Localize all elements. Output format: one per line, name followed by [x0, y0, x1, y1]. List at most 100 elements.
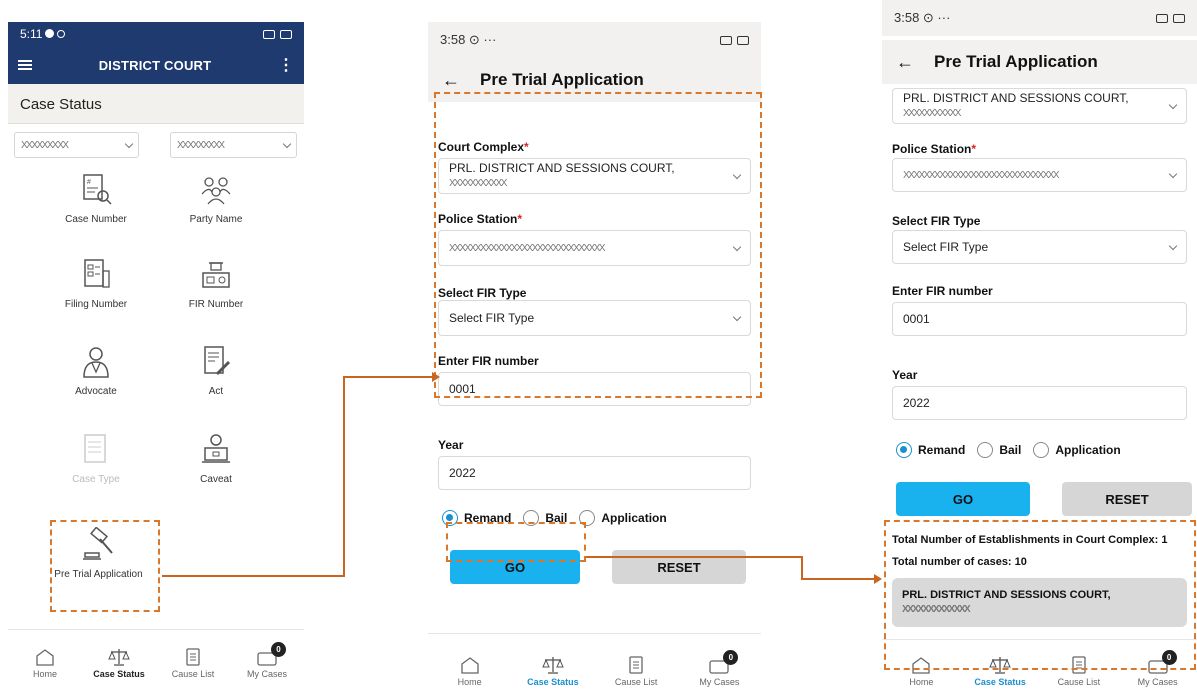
nav-home[interactable]: Home: [10, 648, 80, 679]
flow-arrow-head: [874, 574, 882, 584]
battery-icon: [280, 29, 292, 39]
advocate-icon: [79, 344, 113, 378]
flow-arrow-line: [801, 556, 803, 580]
fir-number-input[interactable]: 0001: [892, 302, 1187, 336]
police-station-select[interactable]: XXXXXXXXXXXXXXXXXXXXXXXXXXXXXX: [892, 158, 1187, 192]
party-name-icon: [199, 172, 233, 206]
status-bar: 3:58 ⊙ ···: [428, 22, 761, 58]
flow-arrow-line: [586, 556, 802, 558]
status-time: 5:11: [20, 27, 66, 41]
chevron-down-icon: [124, 139, 134, 148]
home-icon: [459, 656, 481, 674]
remand-radio[interactable]: [896, 442, 912, 458]
app-bar: ← Pre Trial Application: [882, 40, 1197, 84]
bottom-nav: Home Case Status Cause List 0 My Cases: [428, 633, 761, 691]
signal-icon: [1156, 13, 1168, 23]
year-input[interactable]: 2022: [438, 456, 751, 490]
tile-caveat[interactable]: Caveat: [161, 432, 271, 485]
tile-act[interactable]: Act: [161, 344, 271, 397]
briefcase-icon: 0: [256, 642, 286, 666]
tile-label: Party Name: [189, 214, 243, 225]
bottom-nav: Home Case Status Cause List 0 My Cases: [8, 629, 304, 683]
filing-number-icon: [79, 257, 113, 291]
tile-label: FIR Number: [188, 299, 244, 310]
year-input[interactable]: 2022: [892, 386, 1187, 420]
flow-arrow-line: [162, 575, 344, 577]
state-select[interactable]: XXXXXXXXX: [14, 132, 139, 158]
nav-case-status[interactable]: Case Status: [518, 656, 588, 687]
year-label: Year: [438, 438, 464, 452]
app-title: DISTRICT COURT: [98, 57, 212, 73]
caveat-icon: [199, 432, 233, 466]
tile-label: Act: [208, 386, 224, 397]
case-type-icon: [79, 432, 113, 466]
section-title: Case Status: [8, 84, 304, 124]
highlight-go-button: [446, 522, 586, 562]
nav-my-cases[interactable]: 0 My Cases: [232, 642, 302, 679]
tile-party-name[interactable]: Party Name: [161, 172, 271, 225]
page-title: Pre Trial Application: [934, 52, 1098, 71]
nav-my-cases[interactable]: 0 My Cases: [684, 650, 754, 687]
fir-number-label: Enter FIR number: [892, 284, 993, 298]
fir-type-label: Select FIR Type: [892, 214, 981, 228]
tile-label: Filing Number: [64, 299, 128, 310]
back-arrow-icon[interactable]: ←: [896, 52, 914, 73]
scales-icon: [108, 648, 130, 666]
case-number-icon: #: [79, 172, 113, 206]
tile-advocate[interactable]: Advocate: [41, 344, 151, 397]
application-radio[interactable]: [1033, 442, 1050, 458]
status-time: 3:58 ⊙ ···: [440, 32, 497, 47]
chevron-down-icon: [1168, 241, 1178, 250]
battery-icon: [1173, 13, 1185, 23]
svg-text:#: #: [87, 179, 91, 186]
flow-arrow-line: [801, 578, 875, 580]
act-icon: [199, 344, 233, 378]
tile-fir-number[interactable]: FIR Number: [161, 257, 271, 310]
go-button[interactable]: GO: [896, 482, 1030, 516]
signal-icon: [720, 35, 732, 45]
page: 5:11 DISTRICT COURT ⋮ Case Status XXXXXX…: [0, 0, 1197, 691]
chevron-down-icon: [1168, 100, 1178, 109]
flow-arrow-line: [343, 376, 345, 577]
status-time: 3:58 ⊙ ···: [894, 10, 951, 25]
briefcase-icon: 0: [708, 650, 739, 674]
highlight-form-fields: [434, 92, 762, 398]
tile-filing-number[interactable]: Filing Number: [41, 257, 151, 310]
tile-case-type[interactable]: Case Type: [41, 432, 151, 485]
bail-radio[interactable]: [977, 442, 994, 458]
chevron-down-icon: [1168, 169, 1178, 178]
more-options-icon[interactable]: ⋮: [278, 55, 294, 75]
flow-arrow-head: [432, 372, 440, 382]
status-bar: 3:58 ⊙ ···: [882, 0, 1197, 36]
scales-icon: [542, 656, 564, 674]
signal-icon: [263, 29, 275, 39]
highlight-results: [884, 520, 1196, 670]
nav-cause-list[interactable]: Cause List: [601, 656, 671, 687]
clipboard-icon: [625, 656, 647, 674]
highlight-pre-trial-tile: [50, 520, 160, 612]
fir-number-icon: [199, 257, 233, 291]
app-bar: DISTRICT COURT ⋮: [8, 46, 304, 84]
district-select[interactable]: XXXXXXXXX: [170, 132, 297, 158]
police-station-label: Police Station*: [892, 142, 977, 156]
home-icon: [34, 648, 56, 666]
menu-icon[interactable]: [18, 60, 32, 70]
fir-type-select[interactable]: Select FIR Type: [892, 230, 1187, 264]
nav-cause-list[interactable]: Cause List: [158, 648, 228, 679]
clipboard-icon: [182, 648, 204, 666]
tile-case-number[interactable]: # Case Number: [41, 172, 151, 225]
tile-label: Case Number: [65, 214, 127, 225]
my-cases-badge: 0: [271, 642, 286, 657]
nav-case-status[interactable]: Case Status: [84, 648, 154, 679]
court-complex-select[interactable]: PRL. DISTRICT AND SESSIONS COURT, XXXXXXX…: [892, 88, 1187, 124]
tile-label: Advocate: [75, 386, 117, 397]
nav-home[interactable]: Home: [435, 656, 505, 687]
chevron-down-icon: [282, 139, 292, 148]
back-arrow-icon[interactable]: ←: [442, 70, 460, 91]
flow-arrow-line: [343, 376, 433, 378]
page-title: Pre Trial Application: [480, 70, 644, 89]
reset-button[interactable]: RESET: [1062, 482, 1192, 516]
tile-label: Caveat: [200, 474, 232, 485]
status-bar: 5:11: [8, 22, 304, 46]
tile-label: Case Type: [72, 474, 120, 485]
